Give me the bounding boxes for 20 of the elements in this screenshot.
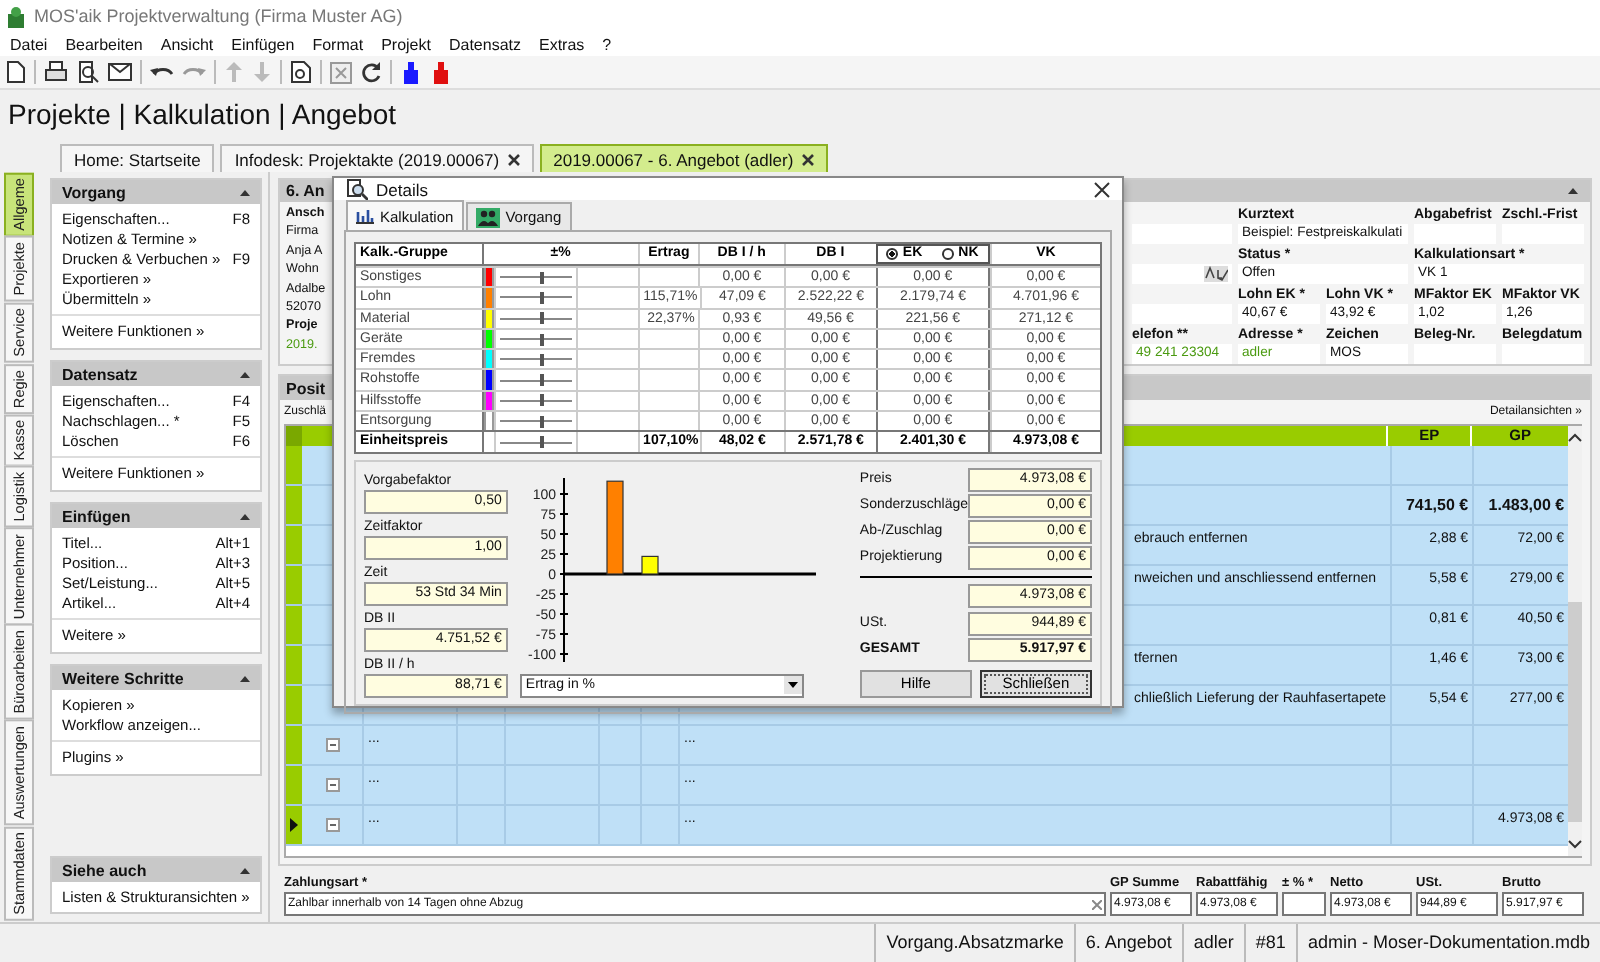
dialog-title: Details: [376, 179, 428, 199]
section-title: Posit: [286, 379, 326, 397]
status-segment: Vorgang.Absatzmarke: [874, 924, 1074, 962]
table-cell: 741,50 €: [1405, 496, 1469, 514]
status-segment: admin - Moser-Dokumentation.mdb: [1295, 924, 1600, 962]
page-heading: Projekte | Kalkulation | Angebot: [8, 97, 397, 129]
tab-label: Home: Startseite: [74, 149, 201, 169]
table-cell: 1.483,00 €: [1488, 496, 1565, 514]
status-segment: 6. Angebot: [1073, 924, 1182, 962]
section-title: Siehe auch: [62, 861, 147, 879]
status-segment: adler: [1181, 924, 1244, 962]
section-title: Datensatz: [62, 365, 138, 383]
section-title: Einfügen: [62, 507, 131, 525]
section-title: Vorgang: [62, 183, 126, 201]
window-title: MOS'aik Projektverwaltung (Firma Muster AG): [34, 6, 403, 26]
tab-label: Infodesk: Projektakte (2019.00067): [234, 149, 500, 169]
section-title: Weitere Schritte: [62, 669, 184, 687]
tab-label: 2019.00067 - 6. Angebot (adler): [553, 149, 794, 169]
status-segment: #81: [1243, 924, 1296, 962]
section-title: 6. An: [286, 182, 325, 200]
